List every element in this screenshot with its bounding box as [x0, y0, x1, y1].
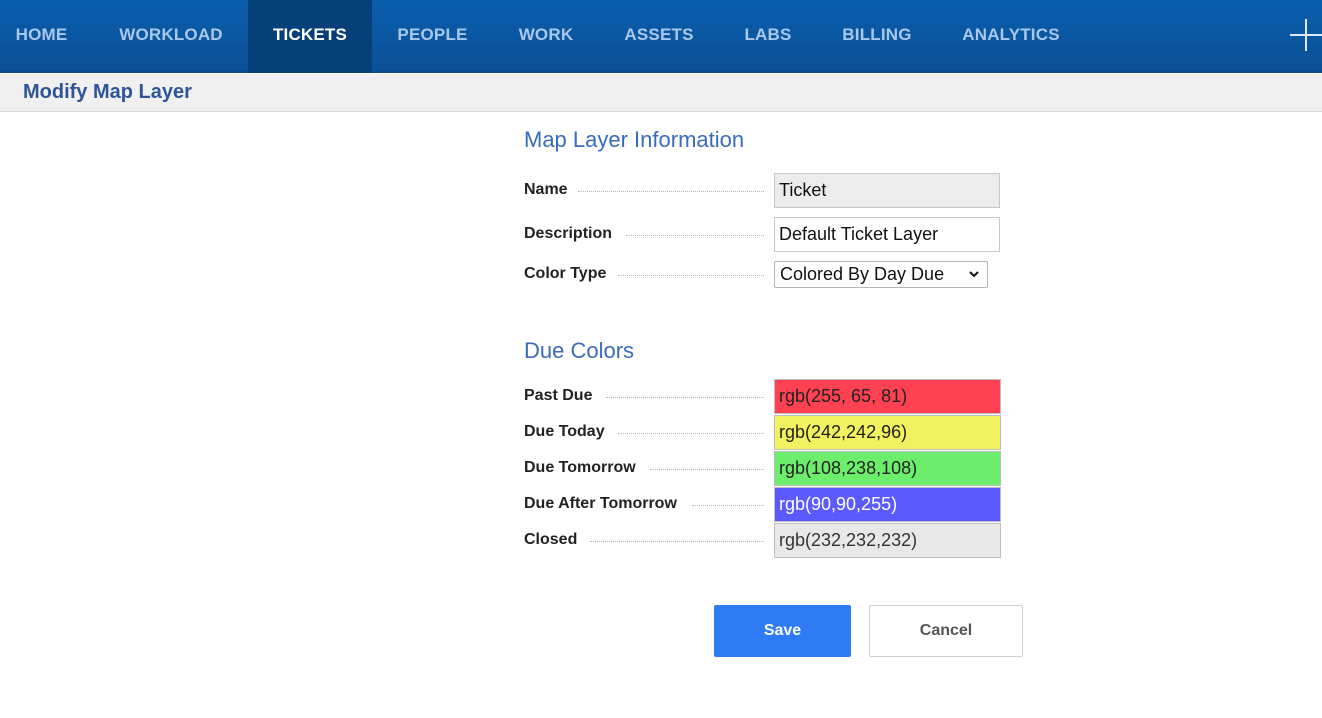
nav-item-labs[interactable]: LABS [731, 0, 805, 73]
dotted-leader [626, 235, 764, 236]
nav-item-home[interactable]: HOME [0, 0, 83, 73]
nav-item-billing[interactable]: BILLING [829, 0, 925, 73]
color-type-label: Color Type [524, 265, 607, 282]
due-tomorrow-label: Due Tomorrow [524, 459, 636, 476]
nav-item-tickets[interactable]: TICKETS [248, 0, 372, 73]
save-button[interactable]: Save [714, 605, 851, 657]
dotted-leader [606, 397, 764, 398]
dotted-leader [590, 541, 764, 542]
page-title: Modify Map Layer [23, 81, 192, 103]
past-due-color-field[interactable]: rgb(255, 65, 81) [774, 379, 1001, 414]
nav-item-work[interactable]: WORK [505, 0, 587, 73]
dotted-leader [578, 191, 764, 192]
name-field: Ticket [774, 173, 1000, 208]
due-today-color-field[interactable]: rgb(242,242,96) [774, 415, 1001, 450]
top-navigation: HOME WORKLOAD TICKETS PEOPLE WORK ASSETS… [0, 0, 1322, 73]
nav-item-analytics[interactable]: ANALYTICS [950, 0, 1072, 73]
description-input[interactable]: Default Ticket Layer [774, 217, 1000, 252]
dotted-leader [618, 433, 764, 434]
due-today-label: Due Today [524, 423, 605, 440]
nav-item-workload[interactable]: WORKLOAD [100, 0, 242, 73]
color-type-select[interactable]: Colored By Day Due [774, 261, 988, 288]
due-after-tomorrow-label: Due After Tomorrow [524, 495, 677, 512]
section-heading-layer-info: Map Layer Information [524, 127, 745, 152]
cancel-button[interactable]: Cancel [869, 605, 1023, 657]
nav-item-assets[interactable]: ASSETS [612, 0, 706, 73]
description-label: Description [524, 225, 613, 242]
nav-item-people[interactable]: PEOPLE [386, 0, 479, 73]
dotted-leader [650, 469, 764, 470]
page-header: Modify Map Layer [0, 74, 1322, 112]
due-tomorrow-color-field[interactable]: rgb(108,238,108) [774, 451, 1001, 486]
chevron-down-icon [969, 271, 979, 278]
closed-label: Closed [524, 531, 578, 548]
dotted-leader [692, 505, 764, 506]
dotted-leader [618, 275, 764, 276]
name-label: Name [524, 181, 568, 198]
plus-icon[interactable] [1290, 19, 1322, 51]
color-type-selected: Colored By Day Due [780, 264, 945, 284]
section-heading-due-colors: Due Colors [524, 338, 635, 363]
past-due-label: Past Due [524, 387, 593, 404]
closed-color-field[interactable]: rgb(232,232,232) [774, 523, 1001, 558]
due-after-tomorrow-color-field[interactable]: rgb(90,90,255) [774, 487, 1001, 522]
